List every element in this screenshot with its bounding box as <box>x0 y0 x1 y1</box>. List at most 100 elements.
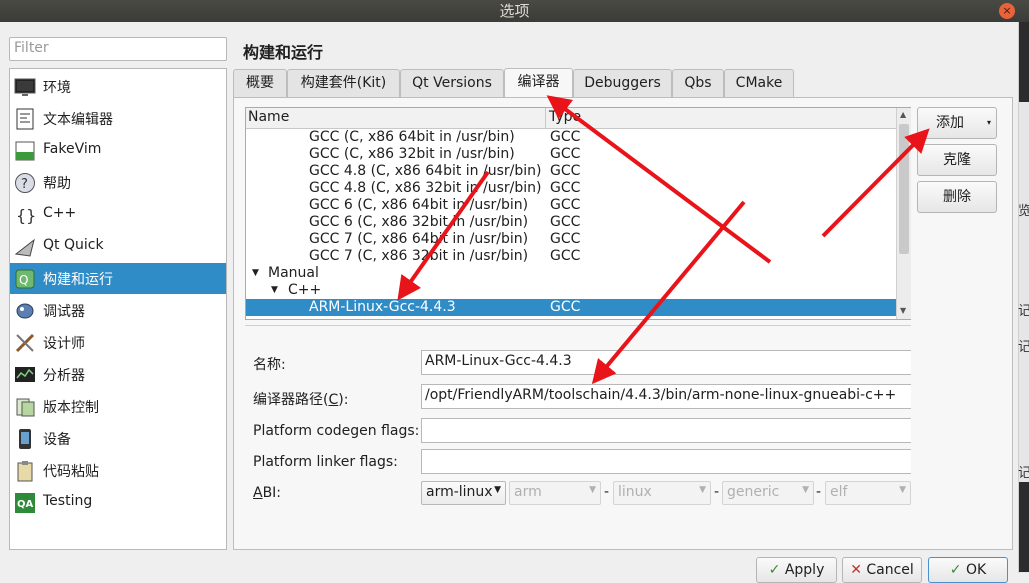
tree-header: Name Type <box>246 108 896 129</box>
tree-row[interactable]: GCC 4.8 (C, x86 64bit in /usr/bin) GCC <box>246 163 896 180</box>
fakevim-icon <box>15 141 35 161</box>
code-paste-icon <box>17 461 33 482</box>
tree-row[interactable]: GCC (C, x86 64bit in /usr/bin) GCC <box>246 129 896 146</box>
sidebar-item-label: 设备 <box>43 432 71 448</box>
close-icon[interactable]: × <box>999 3 1015 19</box>
tree-group-manual[interactable]: ▼ Manual <box>246 265 896 282</box>
sidebar-item-version-control[interactable]: 版本控制 <box>10 391 226 422</box>
sidebar-item-label: 构建和运行 <box>43 272 113 288</box>
debugger-icon <box>16 303 34 319</box>
window-titlebar: 选项 × <box>0 0 1029 22</box>
qt-quick-icon <box>14 238 35 257</box>
cancel-button[interactable]: ✕ Cancel <box>842 557 922 583</box>
sidebar-item-designer[interactable]: 设计师 <box>10 327 226 358</box>
tree-row-selected[interactable]: ARM-Linux-Gcc-4.4.3 GCC <box>246 299 896 316</box>
device-icon <box>19 429 31 449</box>
sidebar-item-help[interactable]: ? 帮助 <box>10 167 226 198</box>
linker-flags-field[interactable] <box>421 449 911 474</box>
edge-text: 记 <box>1018 304 1029 319</box>
sidebar-item-label: 设计师 <box>43 336 85 352</box>
tree-row[interactable]: GCC 7 (C, x86 32bit in /usr/bin) GCC <box>246 248 896 265</box>
scroll-up-icon[interactable]: ▲ <box>900 110 906 119</box>
abi-label: ABI: <box>253 485 282 501</box>
edge-text: 记 <box>1018 466 1029 481</box>
sidebar-item-analyzer[interactable]: 分析器 <box>10 359 226 390</box>
tab-debuggers[interactable]: Debuggers <box>573 69 672 98</box>
tab-qbs[interactable]: Qbs <box>672 69 724 98</box>
compiler-path-field[interactable]: /opt/FriendlyARM/toolschain/4.4.3/bin/ar… <box>421 384 911 409</box>
sidebar-item-label: 环境 <box>43 80 71 96</box>
help-icon: ? <box>15 173 35 193</box>
dropdown-arrow-icon: ▼ <box>899 485 906 495</box>
ok-button[interactable]: ✓ OK <box>928 557 1008 583</box>
sidebar-item-code-paste[interactable]: 代码粘贴 <box>10 455 226 486</box>
svg-text:{}: {} <box>16 206 36 225</box>
scrollbar-thumb[interactable] <box>899 124 909 254</box>
checkmark-icon: ✓ <box>949 562 962 578</box>
abi-select[interactable]: arm-linux ▼ <box>421 481 506 505</box>
sidebar-item-text-editor[interactable]: 文本编辑器 <box>10 103 226 134</box>
svg-text:QA: QA <box>17 499 34 510</box>
checkmark-icon: ✓ <box>768 562 781 578</box>
tab-qt-versions[interactable]: Qt Versions <box>400 69 504 98</box>
dropdown-arrow-icon: ▾ <box>986 118 991 127</box>
testing-qa-icon: QA <box>15 493 35 513</box>
clone-button[interactable]: 克隆 <box>917 144 997 176</box>
tree-row[interactable]: GCC 6 (C, x86 32bit in /usr/bin) GCC <box>246 214 896 231</box>
column-header-type[interactable]: Type <box>549 109 581 125</box>
sidebar-item-environment[interactable]: 环境 <box>10 71 226 102</box>
name-field[interactable]: ARM-Linux-Gcc-4.4.3 <box>421 350 911 375</box>
remove-button[interactable]: 删除 <box>917 181 997 213</box>
sidebar-item-label: Testing <box>43 493 93 509</box>
svg-text:?: ? <box>21 177 28 192</box>
sidebar-item-label: 帮助 <box>43 176 71 192</box>
compiler-path-label: 编译器路径(C): <box>253 392 349 408</box>
sidebar-item-label: 文本编辑器 <box>43 112 113 128</box>
dropdown-arrow-icon: ▼ <box>802 485 809 495</box>
window-title: 选项 <box>499 2 530 20</box>
page-title: 构建和运行 <box>243 43 324 62</box>
compiler-tree[interactable]: Name Type GCC (C, x86 64bit in /usr/bin)… <box>245 107 911 320</box>
add-button[interactable]: 添加 ▾ <box>917 107 997 139</box>
apply-button[interactable]: ✓ Apply <box>756 557 837 583</box>
tree-row[interactable]: GCC 7 (C, x86 64bit in /usr/bin) GCC <box>246 231 896 248</box>
sidebar-item-fakevim[interactable]: FakeVim <box>10 135 226 166</box>
sidebar-item-cpp[interactable]: {} C++ <box>10 199 226 230</box>
abi-flavor-select[interactable]: generic ▼ <box>722 481 814 505</box>
expand-arrow-icon[interactable]: ▼ <box>252 268 259 278</box>
tree-row[interactable]: GCC 4.8 (C, x86 32bit in /usr/bin) GCC <box>246 180 896 197</box>
filter-placeholder: Filter <box>14 40 49 56</box>
cancel-icon: ✕ <box>850 562 862 578</box>
abi-os-select[interactable]: linux ▼ <box>613 481 711 505</box>
abi-arch-select[interactable]: arm ▼ <box>509 481 601 505</box>
tab-kits[interactable]: 构建套件(Kit) <box>287 69 400 98</box>
tab-cmake[interactable]: CMake <box>724 69 794 98</box>
codegen-flags-label: Platform codegen flags: <box>253 423 420 439</box>
tree-group-cpp[interactable]: ▼ C++ <box>246 282 896 299</box>
designer-icon <box>15 333 35 353</box>
dropdown-arrow-icon: ▼ <box>589 485 596 495</box>
expand-arrow-icon[interactable]: ▼ <box>271 285 278 295</box>
filter-input[interactable]: Filter <box>9 37 227 61</box>
column-header-name[interactable]: Name <box>248 109 289 125</box>
abi-format-select[interactable]: elf ▼ <box>825 481 911 505</box>
codegen-flags-field[interactable] <box>421 418 911 443</box>
sidebar-item-debugger[interactable]: 调试器 <box>10 295 226 326</box>
tree-row[interactable]: GCC (C, x86 32bit in /usr/bin) GCC <box>246 146 896 163</box>
sidebar-item-qt-quick[interactable]: Qt Quick <box>10 231 226 262</box>
tree-scrollbar[interactable]: ▲ ▼ <box>896 108 911 319</box>
sidebar-item-label: 调试器 <box>43 304 85 320</box>
edge-text: 览 <box>1018 204 1029 219</box>
version-control-icon <box>16 398 35 417</box>
build-run-icon: Q <box>15 269 35 289</box>
tab-compilers[interactable]: 编译器 <box>504 68 573 99</box>
sidebar-item-testing[interactable]: QA Testing <box>10 487 226 518</box>
monitor-icon <box>14 78 36 96</box>
sidebar-item-device[interactable]: 设备 <box>10 423 226 454</box>
tab-overview[interactable]: 概要 <box>233 69 287 98</box>
tree-row[interactable]: GCC 6 (C, x86 64bit in /usr/bin) GCC <box>246 197 896 214</box>
scroll-down-icon[interactable]: ▼ <box>900 306 906 315</box>
sidebar-item-label: 分析器 <box>43 368 85 384</box>
sidebar-item-build-run[interactable]: Q 构建和运行 <box>10 263 226 294</box>
svg-text:Q: Q <box>19 273 28 287</box>
